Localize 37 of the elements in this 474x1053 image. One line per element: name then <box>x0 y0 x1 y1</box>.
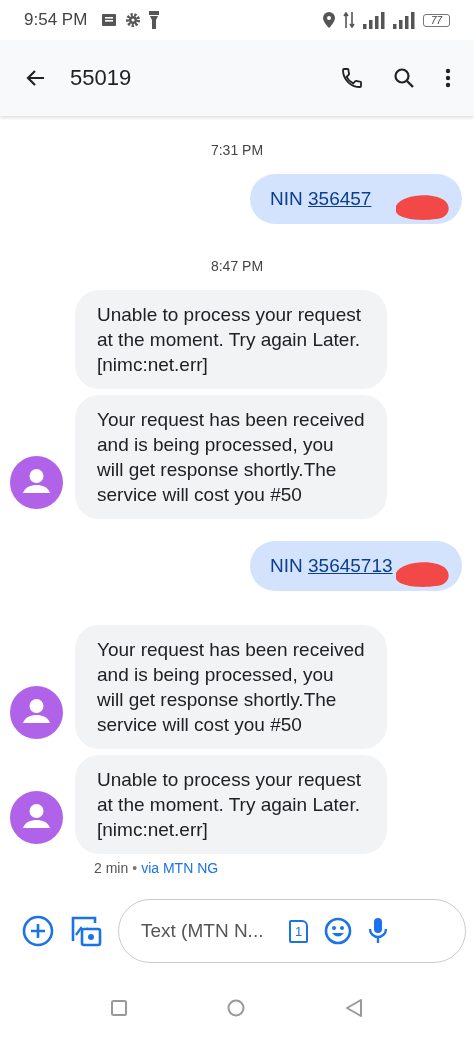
home-icon[interactable] <box>227 999 245 1017</box>
sent-message-bubble[interactable]: NIN 356457 <box>250 174 462 224</box>
timestamp: 8:47 PM <box>209 258 265 274</box>
search-icon[interactable] <box>392 66 416 90</box>
data-arrows-icon <box>342 12 355 28</box>
signal-icon <box>392 11 415 29</box>
back-nav-icon[interactable] <box>345 999 363 1017</box>
sim-selector[interactable]: 1 <box>289 919 309 943</box>
number-link[interactable]: 35645713 <box>308 555 393 576</box>
conversation-title: 55019 <box>70 65 132 91</box>
status-time: 9:54 PM <box>24 10 88 30</box>
flashlight-icon <box>149 11 160 29</box>
timestamp: 7:31 PM <box>209 142 265 158</box>
avatar-icon[interactable] <box>10 456 63 509</box>
sent-message-bubble[interactable]: NIN 35645713 <box>250 541 462 591</box>
phone-icon[interactable] <box>340 66 364 90</box>
recent-apps-icon[interactable] <box>111 1000 127 1016</box>
number-link[interactable]: 356457 <box>308 188 372 209</box>
avatar-icon[interactable] <box>10 791 63 844</box>
received-message-bubble[interactable]: Unable to process your request at the moment. Try again Later. [nimc:net.err] <box>75 290 387 389</box>
separator-dot: • <box>132 860 138 876</box>
received-message-bubble[interactable]: Your request has been received and is being processed, you will get response shortly.The service will cost you #50 <box>75 395 387 519</box>
emoji-icon[interactable] <box>324 917 353 945</box>
battery-indicator: 77 <box>422 13 450 27</box>
avatar-icon[interactable] <box>10 686 63 739</box>
microphone-icon[interactable] <box>368 917 389 945</box>
settings-icon <box>125 12 142 28</box>
signal-icon <box>362 11 385 29</box>
location-icon <box>322 12 335 28</box>
add-icon[interactable] <box>22 915 54 947</box>
more-icon[interactable] <box>444 66 452 90</box>
received-message-bubble[interactable]: Your request has been received and is being processed, you will get response shortly.The service will cost you #50 <box>75 625 387 749</box>
notification-icon <box>101 13 118 27</box>
gallery-camera-icon[interactable] <box>70 915 102 947</box>
message-age: 2 min <box>94 860 129 876</box>
carrier-label: via MTN NG <box>141 860 219 876</box>
received-message-bubble[interactable]: Unable to process your request at the moment. Try again Later. [nimc:net.err] <box>75 755 387 854</box>
